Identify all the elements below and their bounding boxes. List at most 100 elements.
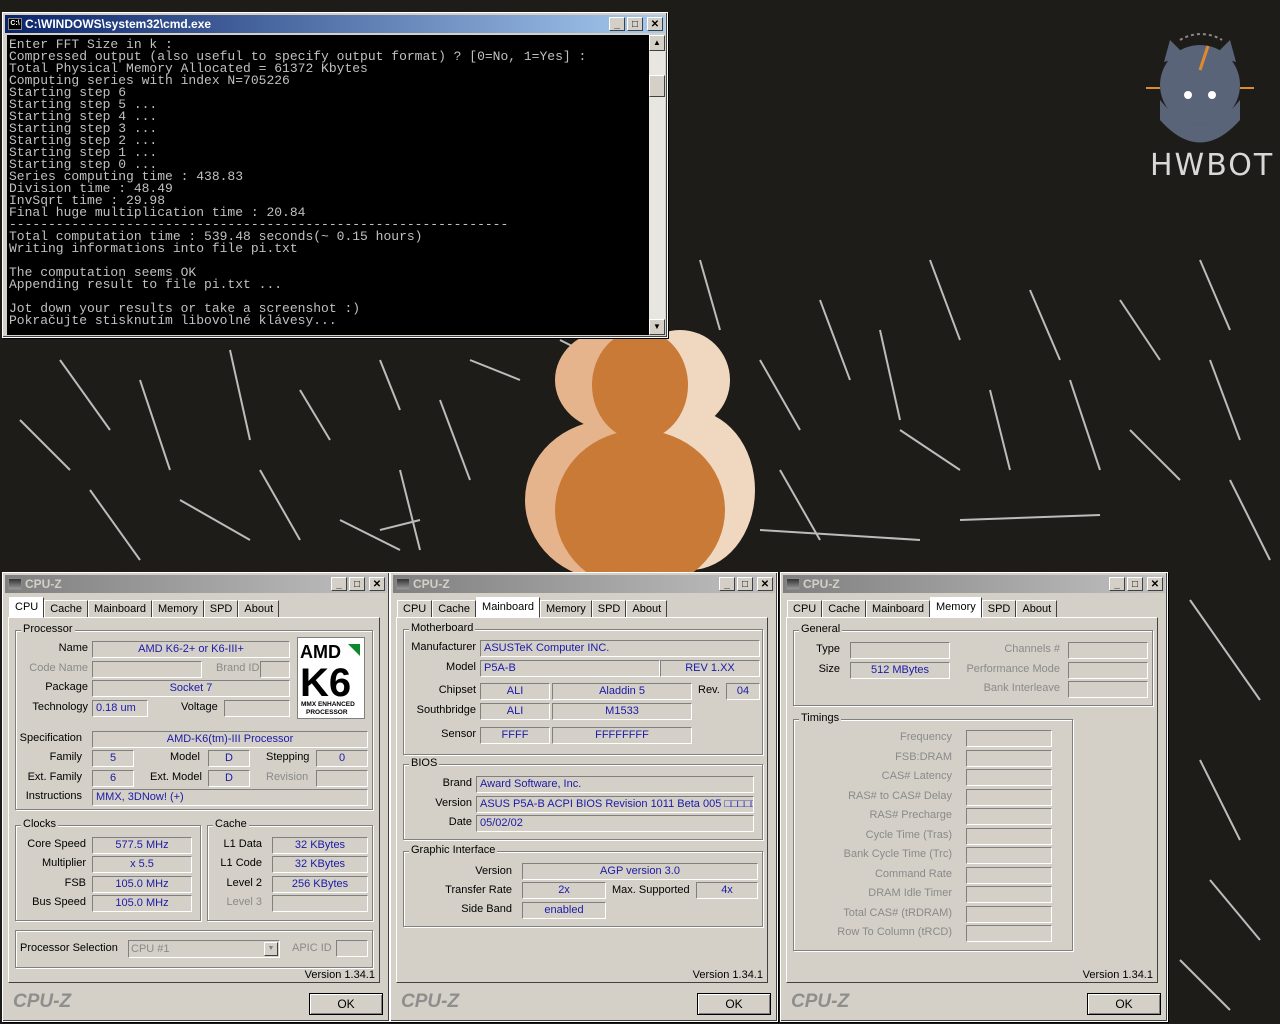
tab-mainboard[interactable]: Mainboard xyxy=(866,600,931,618)
l1code-label: L1 Code xyxy=(220,857,262,869)
maximize-button[interactable]: □ xyxy=(737,577,753,591)
cpuz-window-mainboard[interactable]: CPU-Z _ □ ✕ CPU Cache Mainboard Memory S… xyxy=(390,572,778,1022)
console-line: Pokračujte stisknutím libovolné klávesy.… xyxy=(9,313,337,328)
cpuz-brand: CPU-Z xyxy=(791,991,850,1012)
logo-line2: PROCESSOR xyxy=(306,709,348,716)
group-label: Cache xyxy=(213,818,249,830)
scroll-up-arrow-icon[interactable]: ▲ xyxy=(649,35,665,51)
scroll-thumb[interactable] xyxy=(649,75,665,97)
minimize-button[interactable]: _ xyxy=(331,577,347,591)
tab-mainboard[interactable]: Mainboard xyxy=(88,600,153,618)
cpuz-icon xyxy=(8,578,22,590)
cmd-titlebar[interactable]: C:\ C:\WINDOWS\system32\cmd.exe _ □ ✕ xyxy=(5,15,665,33)
l1code-value: 32 KBytes xyxy=(272,856,368,873)
tab-memory[interactable]: Memory xyxy=(540,600,592,618)
console-scrollbar[interactable]: ▲ ▼ xyxy=(649,35,665,335)
maximize-button[interactable]: □ xyxy=(349,577,365,591)
timing-value xyxy=(966,730,1052,747)
tab-spd[interactable]: SPD xyxy=(203,600,239,618)
tab-bar: CPU Cache Mainboard Memory SPD About xyxy=(397,596,668,618)
maximize-button[interactable]: □ xyxy=(627,17,643,31)
ok-button[interactable]: OK xyxy=(697,993,771,1015)
group-label: Graphic Interface xyxy=(409,844,498,856)
tab-memory[interactable]: Memory xyxy=(930,597,982,618)
cpuz-window-memory[interactable]: CPU-Z _ □ ✕ CPU Cache Mainboard Memory S… xyxy=(780,572,1168,1022)
console-output[interactable]: Enter FFT Size in k : Compressed output (… xyxy=(7,35,649,335)
close-button[interactable]: ✕ xyxy=(369,577,385,591)
revision-label: Revision xyxy=(266,771,309,783)
sensor-a-value: FFFF xyxy=(480,727,550,744)
tab-cpu[interactable]: CPU xyxy=(787,600,823,618)
timing-value xyxy=(966,886,1052,903)
manufacturer-label: Manufacturer xyxy=(411,641,476,653)
version-text: Version 1.34.1 xyxy=(1082,969,1153,981)
amd-k6-logo: AMD K6 MMX ENHANCED PROCESSOR xyxy=(297,637,365,719)
instructions-value: MMX, 3DNow! (+) xyxy=(92,789,368,806)
group-label: Clocks xyxy=(21,818,59,830)
timing-label: Row To Column (tRCD) xyxy=(837,926,952,938)
cpuz-title: CPU-Z xyxy=(25,577,62,591)
minimize-button[interactable]: _ xyxy=(609,17,625,31)
hwbot-logo-text: HWBOT xyxy=(1150,148,1275,183)
chevron-down-icon[interactable]: ▼ xyxy=(264,942,278,956)
scroll-down-arrow-icon[interactable]: ▼ xyxy=(649,319,665,335)
timing-value xyxy=(966,749,1052,767)
apicid-label: APIC ID xyxy=(292,942,332,954)
cpuz-window-cpu[interactable]: CPU-Z _ □ ✕ CPU Cache Mainboard Memory S… xyxy=(2,572,390,1022)
memory-panel: General Type Size 512 MBytes Channels # … xyxy=(786,617,1158,983)
minimize-button[interactable]: _ xyxy=(719,577,735,591)
busspeed-value: 105.0 MHz xyxy=(92,895,192,912)
timing-value xyxy=(966,925,1052,942)
family-label: Family xyxy=(49,751,82,763)
multiplier-value: x 5.5 xyxy=(92,856,192,873)
cpuz-icon xyxy=(786,578,800,590)
cmd-window[interactable]: C:\ C:\WINDOWS\system32\cmd.exe _ □ ✕ En… xyxy=(2,12,668,338)
fsb-label: FSB xyxy=(64,877,86,889)
close-button[interactable]: ✕ xyxy=(647,17,663,31)
motherboard-group: Motherboard Manufacturer ASUSTeK Compute… xyxy=(403,622,763,755)
amd-logo-text: AMD xyxy=(300,642,341,662)
tab-mainboard[interactable]: Mainboard xyxy=(476,597,541,618)
tab-cpu[interactable]: CPU xyxy=(397,600,433,618)
ok-button[interactable]: OK xyxy=(1087,993,1161,1015)
timing-value xyxy=(966,866,1052,884)
group-label: Motherboard xyxy=(409,622,476,634)
timing-label: Cycle Time (Tras) xyxy=(865,828,952,841)
ok-button[interactable]: OK xyxy=(309,993,383,1015)
channels-label: Channels # xyxy=(1004,643,1060,655)
stepping-label: Stepping xyxy=(266,751,310,763)
family-value: 5 xyxy=(92,750,134,767)
close-button[interactable]: ✕ xyxy=(757,577,773,591)
level2-value: 256 KBytes xyxy=(272,876,368,893)
sensor-b-value: FFFFFFFF xyxy=(552,727,692,744)
cpuz-titlebar[interactable]: CPU-Z _ □ ✕ xyxy=(393,575,775,593)
tab-about[interactable]: About xyxy=(238,600,280,618)
tab-about[interactable]: About xyxy=(1016,600,1058,618)
version-text: Version 1.34.1 xyxy=(304,969,375,981)
tab-cache[interactable]: Cache xyxy=(822,600,867,618)
tab-cache[interactable]: Cache xyxy=(432,600,477,618)
voltage-value xyxy=(224,700,290,717)
maximize-button[interactable]: □ xyxy=(1127,577,1143,591)
type-value xyxy=(850,642,950,659)
bios-brand-label: Brand xyxy=(442,777,472,789)
tab-spd[interactable]: SPD xyxy=(591,600,627,618)
technology-label: Technology xyxy=(32,701,88,713)
tab-about[interactable]: About xyxy=(626,600,668,618)
apicid-value xyxy=(336,940,368,957)
tab-spd[interactable]: SPD xyxy=(981,600,1017,618)
tab-cpu[interactable]: CPU xyxy=(9,597,45,618)
cpuz-titlebar[interactable]: CPU-Z _ □ ✕ xyxy=(783,575,1165,593)
timings-group: Timings Frequency FSB:DRAM CAS# Latency RAS… xyxy=(793,712,1073,951)
bios-date-label: Date xyxy=(448,816,472,828)
timing-label: Command Rate xyxy=(874,867,952,880)
timing-label: Bank Cycle Time (Trc) xyxy=(843,848,952,860)
cpuz-titlebar[interactable]: CPU-Z _ □ ✕ xyxy=(5,575,387,593)
gi-version-label: Version xyxy=(475,865,512,877)
tab-memory[interactable]: Memory xyxy=(152,600,204,618)
tab-cache[interactable]: Cache xyxy=(44,600,89,618)
minimize-button[interactable]: _ xyxy=(1109,577,1125,591)
processor-select[interactable]: CPU #1 ▼ xyxy=(128,940,280,958)
close-button[interactable]: ✕ xyxy=(1147,577,1163,591)
perfmode-value xyxy=(1068,662,1148,679)
